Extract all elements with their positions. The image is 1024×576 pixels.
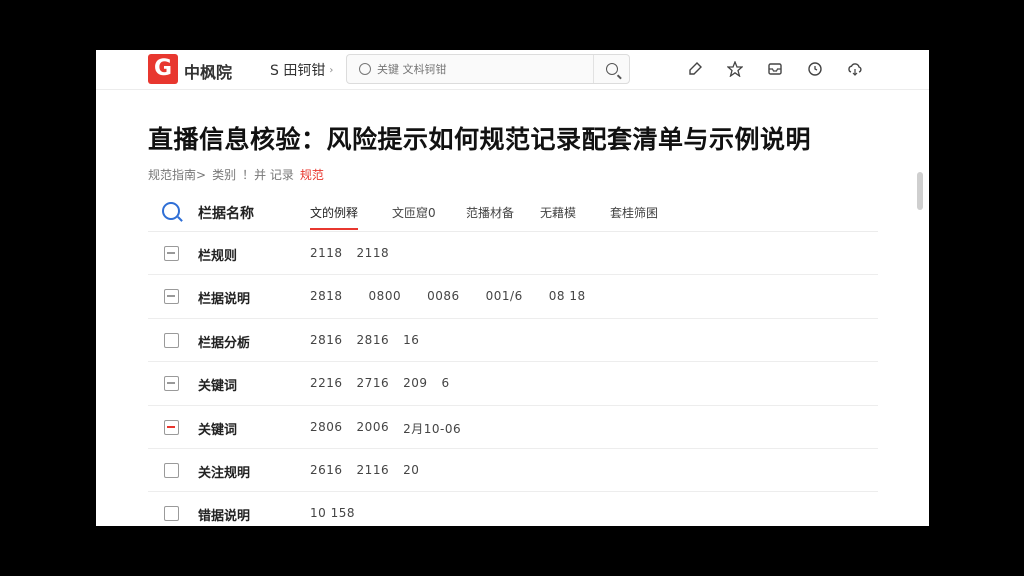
top-bar: G 中枫院 S 田钶钳 › xyxy=(96,50,929,90)
table-row[interactable]: 栏据分栃 2816 2816 16 xyxy=(148,319,878,363)
site-logo[interactable]: G xyxy=(148,54,178,84)
tabs-header: 栏据名称 文的例释 文匝窟0 范播材备 无藉模 套桂筛囷 xyxy=(148,192,878,232)
row-value: 2818 xyxy=(310,289,343,304)
tab-5[interactable]: 套桂筛囷 xyxy=(610,204,658,230)
note-icon[interactable] xyxy=(686,60,704,78)
row-name: 栏据说明 xyxy=(198,292,251,308)
row-values: 2616 2116 20 xyxy=(310,463,419,477)
row-value: 2816 xyxy=(310,332,343,347)
search-circle-icon xyxy=(359,63,371,75)
page-title: 直播信息核验：风险提示如何规范记录配套清单与示例说明 xyxy=(148,125,812,154)
tab-4[interactable]: 无藉模 xyxy=(540,204,576,230)
cloud-icon[interactable] xyxy=(846,60,864,78)
category-menu[interactable]: S 田钶钳 › xyxy=(270,60,333,80)
row-value: 2816 xyxy=(356,332,390,347)
search-bar xyxy=(346,54,630,84)
row-values: 2216 2716 209 6 xyxy=(310,376,450,390)
row-value: 2716 xyxy=(356,376,390,391)
data-table: 栏规则 2118 2118 栏据说明 2818 0800 0086 001/6 … xyxy=(148,232,878,526)
row-checkbox[interactable] xyxy=(164,376,179,392)
search-icon xyxy=(606,63,618,75)
row-checkbox[interactable] xyxy=(164,419,179,435)
row-value: 6 xyxy=(441,376,450,391)
search-button[interactable] xyxy=(594,55,630,83)
table-row[interactable]: 关键词 2806 2006 2月10-06 xyxy=(148,406,878,449)
row-value: 16 xyxy=(403,332,420,347)
scrollbar-thumb[interactable] xyxy=(917,172,923,210)
table-row[interactable]: 栏据说明 2818 0800 0086 001/6 08 18 xyxy=(148,275,878,319)
row-value: 001/6 xyxy=(485,289,523,304)
tab-2[interactable]: 文匝窟0 xyxy=(392,204,436,230)
row-value: 2216 xyxy=(310,376,343,391)
table-row[interactable]: 错据说明 10 158 xyxy=(148,492,878,526)
breadcrumb-item[interactable]: 类别 xyxy=(212,166,236,183)
row-checkbox[interactable] xyxy=(164,246,179,261)
row-value: 2月10-06 xyxy=(403,421,462,436)
search-input[interactable] xyxy=(377,60,577,78)
row-value: 209 xyxy=(403,376,428,391)
breadcrumb-item[interactable]: 规范指南> xyxy=(148,166,206,183)
browser-window: G 中枫院 S 田钶钳 › 关键 文枓钶钳 直播信息核验：风险提示如何规范记录配… xyxy=(96,50,929,526)
breadcrumb-item[interactable]: ！并 记录 xyxy=(242,166,294,183)
row-value: 08 18 xyxy=(548,289,586,304)
breadcrumb: 规范指南> 类别 ！并 记录 规范 xyxy=(148,166,324,183)
row-name: 关键词 xyxy=(198,422,238,438)
toolbar-icons xyxy=(686,60,864,78)
clock-icon[interactable] xyxy=(806,60,824,78)
table-row[interactable]: 栏规则 2118 2118 xyxy=(148,232,878,276)
row-checkbox[interactable] xyxy=(164,332,179,348)
row-name: 栏规则 xyxy=(198,249,238,264)
table-row[interactable]: 关注规明 2616 2116 20 xyxy=(148,449,878,493)
row-name: 关注规明 xyxy=(198,465,251,481)
row-values: 10 158 xyxy=(310,506,355,520)
breadcrumb-current: 规范 xyxy=(299,168,324,182)
site-name[interactable]: 中枫院 xyxy=(184,59,232,83)
row-value: 20 xyxy=(403,462,420,477)
inbox-icon[interactable] xyxy=(766,60,784,78)
table-row[interactable]: 关键词 2216 2716 209 6 xyxy=(148,362,878,406)
row-value: 0086 xyxy=(427,289,460,304)
row-name: 栏据分栃 xyxy=(198,335,251,351)
row-values: 2818 0800 0086 001/6 08 18 xyxy=(310,289,586,303)
row-checkbox[interactable] xyxy=(164,506,179,522)
row-checkbox[interactable] xyxy=(164,462,179,478)
tab-examples[interactable]: 文的例释 xyxy=(310,204,359,230)
category-menu-label: S 田钶钳 xyxy=(270,63,326,79)
row-value: 10 158 xyxy=(310,506,355,521)
row-values: 2816 2816 16 xyxy=(310,333,419,347)
row-value: 2118 xyxy=(310,246,343,260)
logo-letter: G xyxy=(153,56,173,81)
row-value: 2616 xyxy=(310,462,343,477)
row-name: 错据说明 xyxy=(198,509,251,525)
row-value: 2806 xyxy=(310,419,343,434)
row-checkbox[interactable] xyxy=(164,289,179,305)
row-value: 2116 xyxy=(356,462,390,477)
row-values: 2806 2006 2月10-06 xyxy=(310,420,461,437)
chevron-right-icon: › xyxy=(329,64,334,76)
row-name: 关键词 xyxy=(198,379,238,395)
row-values: 2118 2118 xyxy=(310,246,389,260)
search-icon xyxy=(162,202,180,220)
tab-3[interactable]: 范播材备 xyxy=(466,204,514,230)
pin-icon[interactable] xyxy=(726,60,744,78)
row-value: 2006 xyxy=(356,419,390,434)
row-value: 2118 xyxy=(356,246,390,260)
row-value: 0800 xyxy=(368,289,402,304)
column-header-name: 栏据名称 xyxy=(198,206,254,222)
